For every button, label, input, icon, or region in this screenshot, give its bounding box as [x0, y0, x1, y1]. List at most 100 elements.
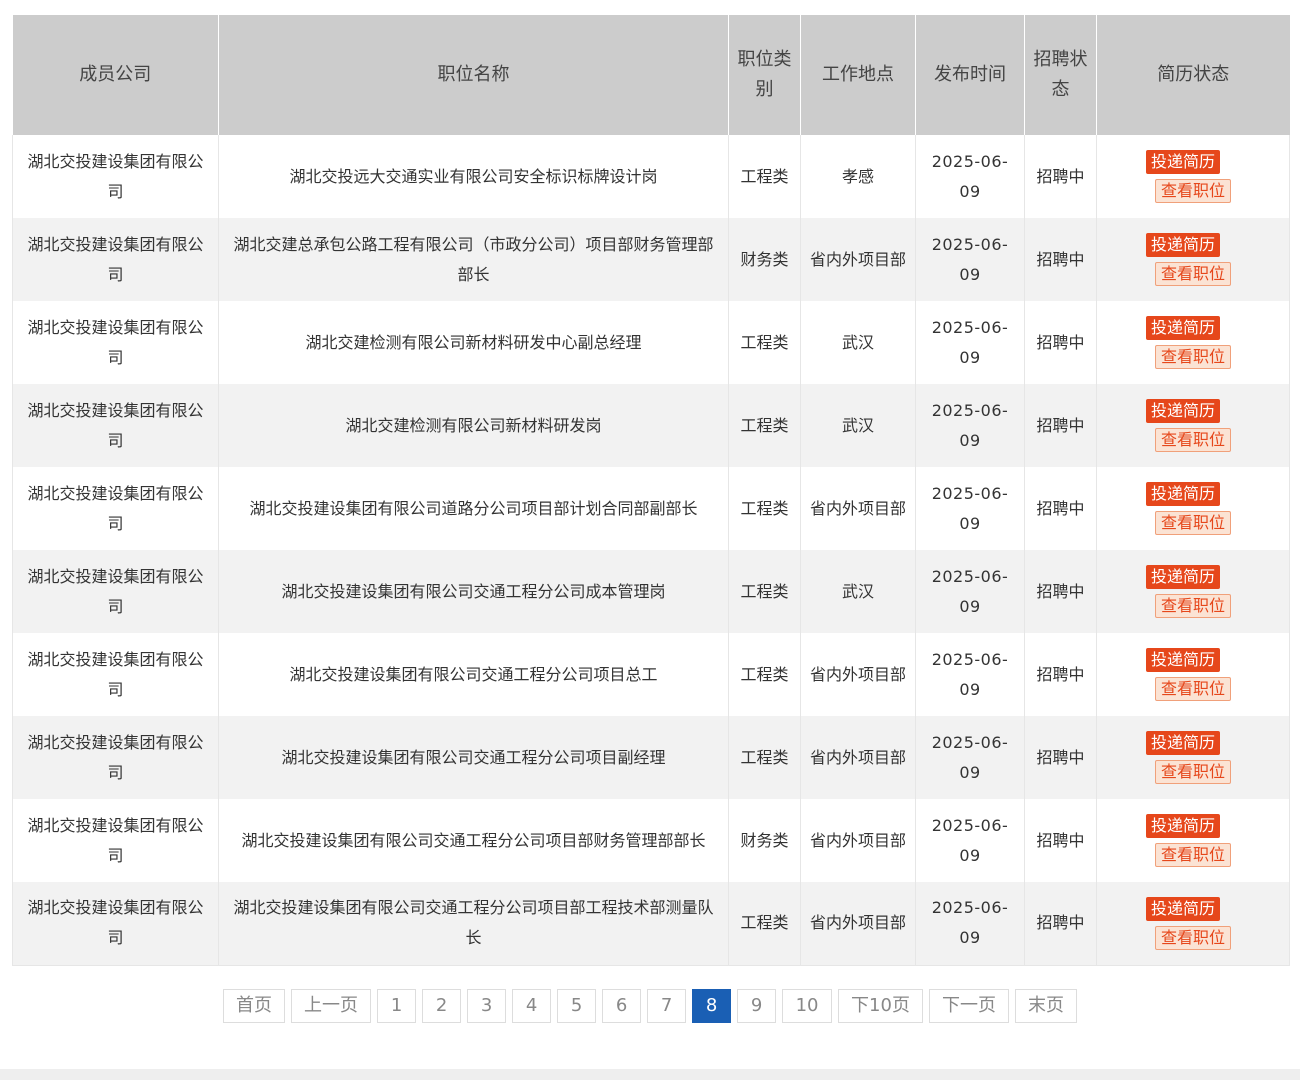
page-number-button[interactable]: 6: [602, 989, 642, 1023]
cell-location: 省内外项目部: [800, 716, 916, 799]
apply-resume-button[interactable]: 投递简历: [1145, 150, 1220, 174]
col-header-company: 成员公司: [12, 15, 219, 135]
apply-resume-button[interactable]: 投递简历: [1145, 565, 1220, 589]
cell-company: 湖北交投建设集团有限公司: [12, 384, 219, 467]
cell-category: 财务类: [728, 218, 801, 301]
cell-resume-actions: 投递简历查看职位: [1096, 384, 1290, 467]
cell-status: 招聘中: [1024, 135, 1097, 218]
cell-date: 2025-06-09: [915, 716, 1025, 799]
cell-job-title[interactable]: 湖北交投建设集团有限公司交通工程分公司项目总工: [218, 633, 729, 716]
page-next-button[interactable]: 下一页: [928, 989, 1009, 1023]
view-job-button[interactable]: 查看职位: [1154, 511, 1231, 535]
page-number-button[interactable]: 1: [377, 989, 417, 1023]
resume-action-group: 投递简历查看职位: [1105, 648, 1281, 701]
view-job-button[interactable]: 查看职位: [1154, 179, 1231, 203]
cell-job-title[interactable]: 湖北交投建设集团有限公司交通工程分公司成本管理岗: [218, 550, 729, 633]
view-job-button[interactable]: 查看职位: [1154, 843, 1231, 867]
page: 成员公司 职位名称 职位类别 工作地点 发布时间 招聘状态 简历状态 湖北交投建…: [0, 0, 1300, 1080]
cell-job-title[interactable]: 湖北交投建设集团有限公司交通工程分公司项目副经理: [218, 716, 729, 799]
cell-location: 省内外项目部: [800, 633, 916, 716]
page-number-button[interactable]: 10: [782, 989, 833, 1023]
view-job-button[interactable]: 查看职位: [1154, 677, 1231, 701]
view-job-button[interactable]: 查看职位: [1154, 428, 1231, 452]
cell-resume-actions: 投递简历查看职位: [1096, 633, 1290, 716]
cell-company: 湖北交投建设集团有限公司: [12, 882, 219, 966]
cell-job-title[interactable]: 湖北交投远大交通实业有限公司安全标识标牌设计岗: [218, 135, 729, 218]
view-job-button[interactable]: 查看职位: [1154, 345, 1231, 369]
cell-company: 湖北交投建设集团有限公司: [12, 799, 219, 882]
view-job-button[interactable]: 查看职位: [1154, 594, 1231, 618]
cell-location: 省内外项目部: [800, 467, 916, 550]
cell-status: 招聘中: [1024, 716, 1097, 799]
cell-date: 2025-06-09: [915, 882, 1025, 966]
cell-status: 招聘中: [1024, 467, 1097, 550]
view-job-button[interactable]: 查看职位: [1154, 262, 1231, 286]
page-first-button[interactable]: 首页: [223, 989, 286, 1023]
cell-company: 湖北交投建设集团有限公司: [12, 218, 219, 301]
resume-action-group: 投递简历查看职位: [1105, 233, 1281, 286]
apply-resume-button[interactable]: 投递简历: [1145, 316, 1220, 340]
page-number-button[interactable]: 9: [737, 989, 777, 1023]
resume-action-group: 投递简历查看职位: [1105, 316, 1281, 369]
page-number-button[interactable]: 3: [467, 989, 507, 1023]
apply-resume-button[interactable]: 投递简历: [1145, 648, 1220, 672]
page-number-button[interactable]: 7: [647, 989, 687, 1023]
apply-resume-button[interactable]: 投递简历: [1145, 814, 1220, 838]
page-number-button[interactable]: 2: [422, 989, 462, 1023]
col-header-resume: 简历状态: [1096, 15, 1290, 135]
apply-resume-button[interactable]: 投递简历: [1145, 399, 1220, 423]
table-row: 湖北交投建设集团有限公司 湖北交投建设集团有限公司交通工程分公司成本管理岗 工程类武…: [12, 550, 1290, 633]
cell-status: 招聘中: [1024, 384, 1097, 467]
resume-action-group: 投递简历查看职位: [1105, 731, 1281, 784]
cell-location: 省内外项目部: [800, 882, 916, 966]
view-job-button[interactable]: 查看职位: [1154, 760, 1231, 784]
cell-status: 招聘中: [1024, 550, 1097, 633]
resume-action-group: 投递简历查看职位: [1105, 814, 1281, 867]
cell-company: 湖北交投建设集团有限公司: [12, 633, 219, 716]
cell-company: 湖北交投建设集团有限公司: [12, 716, 219, 799]
cell-date: 2025-06-09: [915, 384, 1025, 467]
cell-job-title[interactable]: 湖北交投建设集团有限公司交通工程分公司项目部工程技术部测量队长: [218, 882, 729, 966]
cell-category: 工程类: [728, 301, 801, 384]
cell-resume-actions: 投递简历查看职位: [1096, 716, 1290, 799]
resume-action-group: 投递简历查看职位: [1105, 150, 1281, 203]
cell-status: 招聘中: [1024, 882, 1097, 966]
page-number-button[interactable]: 5: [557, 989, 597, 1023]
cell-company: 湖北交投建设集团有限公司: [12, 550, 219, 633]
cell-resume-actions: 投递简历查看职位: [1096, 467, 1290, 550]
page-number-button[interactable]: 8: [692, 989, 732, 1023]
apply-resume-button[interactable]: 投递简历: [1145, 233, 1220, 257]
page-last-button[interactable]: 末页: [1014, 989, 1077, 1023]
col-header-status: 招聘状态: [1024, 15, 1097, 135]
footer-strip: [0, 1069, 1300, 1080]
table-row: 湖北交投建设集团有限公司 湖北交投建设集团有限公司交通工程分公司项目总工 工程类 省内…: [12, 633, 1290, 716]
cell-job-title[interactable]: 湖北交投建设集团有限公司交通工程分公司项目部财务管理部部长: [218, 799, 729, 882]
page-next10-button[interactable]: 下10页: [838, 989, 923, 1023]
cell-resume-actions: 投递简历查看职位: [1096, 882, 1290, 966]
cell-status: 招聘中: [1024, 799, 1097, 882]
cell-job-title[interactable]: 湖北交投建设集团有限公司道路分公司项目部计划合同部副部长: [218, 467, 729, 550]
table-row: 湖北交投建设集团有限公司 湖北交建检测有限公司新材料研发中心副总经理 工程类 武汉 20…: [12, 301, 1290, 384]
cell-category: 工程类: [728, 135, 801, 218]
cell-category: 财务类: [728, 799, 801, 882]
cell-location: 武汉: [800, 384, 916, 467]
cell-resume-actions: 投递简历查看职位: [1096, 799, 1290, 882]
resume-action-group: 投递简历查看职位: [1105, 565, 1281, 618]
table-row: 湖北交投建设集团有限公司 湖北交投建设集团有限公司道路分公司项目部计划合同部副部长…: [12, 467, 1290, 550]
cell-job-title[interactable]: 湖北交建检测有限公司新材料研发岗: [218, 384, 729, 467]
view-job-button[interactable]: 查看职位: [1154, 925, 1231, 950]
cell-job-title[interactable]: 湖北交建检测有限公司新材料研发中心副总经理: [218, 301, 729, 384]
page-prev-button[interactable]: 上一页: [291, 989, 372, 1023]
col-header-category: 职位类别: [728, 15, 801, 135]
apply-resume-button[interactable]: 投递简历: [1145, 731, 1220, 755]
col-header-location: 工作地点: [800, 15, 916, 135]
apply-resume-button[interactable]: 投递简历: [1145, 482, 1220, 506]
cell-job-title[interactable]: 湖北交建总承包公路工程有限公司（市政分公司）项目部财务管理部部长: [218, 218, 729, 301]
apply-resume-button[interactable]: 投递简历: [1145, 896, 1220, 921]
cell-location: 孝感: [800, 135, 916, 218]
table-row: 湖北交投建设集团有限公司 湖北交投远大交通实业有限公司安全标识标牌设计岗 工程类 孝感…: [12, 135, 1290, 218]
page-number-button[interactable]: 4: [512, 989, 552, 1023]
cell-location: 武汉: [800, 550, 916, 633]
cell-date: 2025-06-09: [915, 135, 1025, 218]
page-number-list: 1 2 3 4 5 6 7 8 9 10: [377, 989, 833, 1023]
